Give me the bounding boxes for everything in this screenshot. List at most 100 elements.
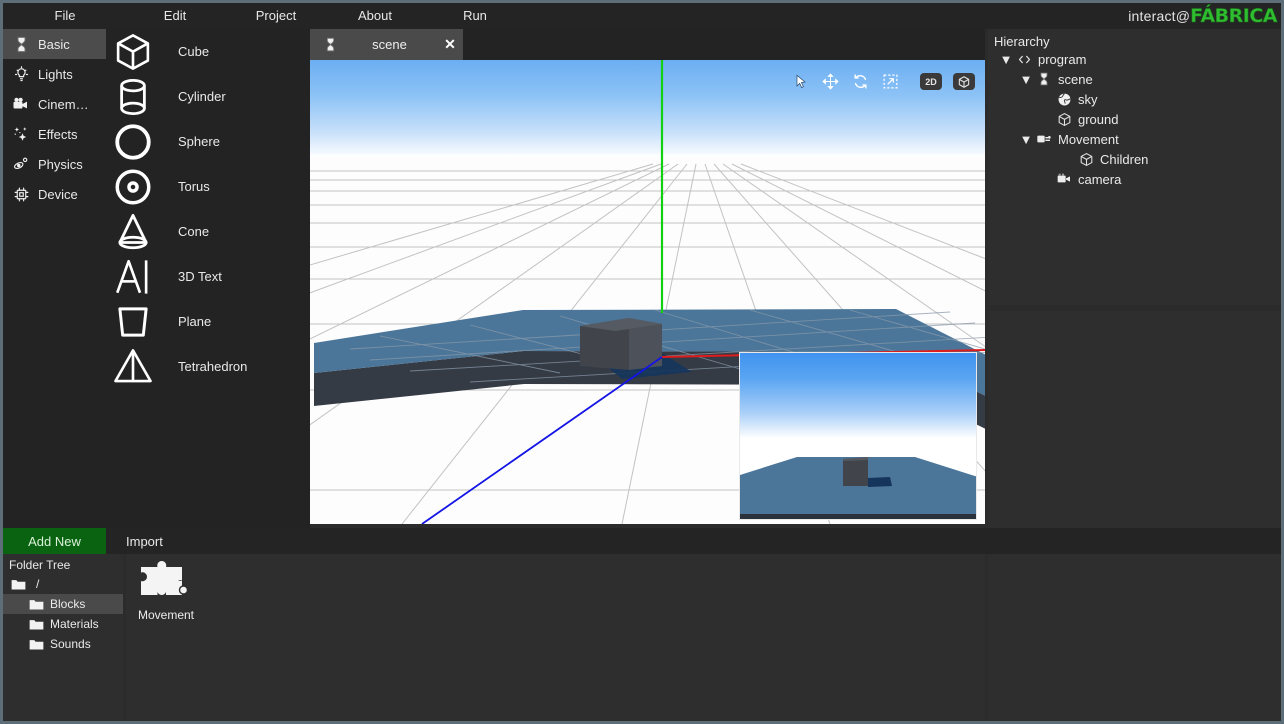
folder-item-materials[interactable]: Materials — [3, 614, 123, 634]
category-rail: Basic Lights Cinem… Effects Physics Devi… — [3, 29, 106, 528]
folder-icon — [27, 598, 45, 611]
shape-item-cube[interactable]: Cube — [106, 29, 310, 74]
shape-item-plane[interactable]: Plane — [106, 299, 310, 344]
torus-icon — [106, 164, 160, 209]
3d-viewport[interactable]: 2D — [310, 60, 985, 524]
cube-icon — [1076, 152, 1096, 167]
category-label: Lights — [38, 66, 73, 82]
shape-item-cylinder[interactable]: Cylinder — [106, 74, 310, 119]
folder-item-blocks[interactable]: Blocks — [3, 594, 123, 614]
category-label: Cinem… — [38, 96, 89, 112]
shape-label: Torus — [178, 179, 210, 194]
close-icon[interactable]: ✕ — [437, 36, 463, 53]
category-item-cinema[interactable]: Cinem… — [3, 89, 106, 119]
add-new-button[interactable]: Add New — [3, 528, 106, 554]
menu-about[interactable]: About — [347, 3, 403, 29]
hierarchy-node-program[interactable]: ▼ program — [988, 49, 1281, 69]
category-label: Device — [38, 186, 78, 202]
hierarchy-node-label: camera — [1078, 171, 1122, 187]
viewport-toolbar: 2D — [791, 72, 975, 91]
shape-item-tetrahedron[interactable]: Tetrahedron — [106, 344, 310, 389]
camera-preview[interactable] — [739, 352, 977, 520]
shape-item-3d-text[interactable]: 3D Text — [106, 254, 310, 299]
cylinder-icon — [106, 74, 160, 119]
cube-icon — [106, 29, 160, 74]
folder-item-sounds[interactable]: Sounds — [3, 634, 123, 654]
chevron-down-icon[interactable]: ▼ — [1018, 72, 1034, 87]
text3d-icon — [106, 254, 160, 299]
menu-edit[interactable]: Edit — [153, 3, 197, 29]
chip-icon — [11, 184, 31, 204]
asset-browser-panel[interactable]: Movement — [126, 554, 985, 721]
lightbulb-icon — [11, 64, 31, 84]
hierarchy-node-label: Movement — [1058, 131, 1119, 147]
chevron-down-icon[interactable]: ▼ — [998, 52, 1014, 67]
brand-name: FÁBRICA — [1190, 5, 1278, 28]
hierarchy-node-camera[interactable]: camera — [988, 169, 1281, 189]
folder-label: / — [36, 577, 40, 591]
category-item-physics[interactable]: Physics — [3, 149, 106, 179]
hierarchy-node-label: program — [1038, 51, 1087, 67]
hierarchy-node-label: Children — [1100, 151, 1149, 167]
sphere-icon — [106, 119, 160, 164]
category-item-basic[interactable]: Basic — [3, 29, 106, 59]
shape-palette: Cube Cylinder Sphere Torus Cone 3D Text … — [106, 29, 310, 528]
camera-icon — [1054, 171, 1074, 187]
menu-file[interactable]: File — [43, 3, 87, 29]
scene-icon — [318, 37, 342, 52]
shape-item-cone[interactable]: Cone — [106, 209, 310, 254]
shape-item-torus[interactable]: Torus — [106, 164, 310, 209]
menu-run[interactable]: Run — [455, 3, 495, 29]
plane-icon — [106, 299, 160, 344]
hierarchy-node-label: scene — [1058, 71, 1093, 87]
shape-label: Cube — [178, 44, 210, 59]
shape-label: Sphere — [178, 134, 220, 149]
category-item-effects[interactable]: Effects — [3, 119, 106, 149]
cone-icon — [106, 209, 160, 254]
cursor-arrow-icon[interactable] — [791, 72, 810, 91]
shape-label: Cylinder — [178, 89, 226, 104]
menu-project[interactable]: Project — [247, 3, 305, 29]
hierarchy-node-label: sky — [1078, 91, 1098, 107]
sparkles-icon — [11, 124, 31, 144]
folder-icon — [27, 638, 45, 651]
folder-tree-panel: Folder Tree / Blocks Materials Sounds — [3, 554, 123, 721]
preview-scene — [740, 457, 976, 519]
code-icon — [1014, 52, 1034, 67]
application-window: File Edit Project About Run interact@ FÁ… — [0, 0, 1284, 724]
cube-icon — [1054, 112, 1074, 127]
import-button[interactable]: Import — [126, 528, 163, 554]
rotate-arrows-icon[interactable] — [851, 72, 870, 91]
scene-tabstrip: scene ✕ — [310, 29, 985, 60]
move-arrows-icon[interactable] — [821, 72, 840, 91]
video-camera-icon — [11, 94, 31, 114]
hierarchy-panel: Hierarchy ▼ program ▼ scene sky ground ▼… — [988, 29, 1281, 305]
folder-label: Materials — [50, 617, 99, 631]
category-item-device[interactable]: Device — [3, 179, 106, 209]
inspector-panel[interactable] — [988, 311, 1281, 721]
scale-corner-icon[interactable] — [881, 72, 900, 91]
hierarchy-node-movement[interactable]: ▼ Movement — [988, 129, 1281, 149]
tetrahedron-icon — [106, 344, 160, 389]
chevron-down-icon[interactable]: ▼ — [1018, 132, 1034, 147]
brand-prefix: interact@ — [1128, 8, 1191, 24]
hierarchy-node-ground[interactable]: ground — [988, 109, 1281, 129]
hierarchy-node-children[interactable]: Children — [988, 149, 1281, 169]
asset-item-movement[interactable]: Movement — [135, 558, 197, 622]
folder-icon — [27, 618, 45, 631]
shape-label: 3D Text — [178, 269, 222, 284]
folder-item-root[interactable]: / — [3, 574, 123, 594]
view-3d-badge[interactable] — [953, 73, 975, 90]
shape-label: Cone — [178, 224, 210, 239]
tab-scene[interactable]: scene ✕ — [310, 29, 463, 60]
shape-item-sphere[interactable]: Sphere — [106, 119, 310, 164]
hierarchy-node-scene[interactable]: ▼ scene — [988, 69, 1281, 89]
category-item-lights[interactable]: Lights — [3, 59, 106, 89]
view-2d-badge[interactable]: 2D — [920, 73, 942, 90]
folder-tree-title: Folder Tree — [9, 558, 71, 572]
hourglass-icon — [11, 34, 31, 54]
scene-icon — [1034, 72, 1054, 86]
hierarchy-node-sky[interactable]: sky — [988, 89, 1281, 109]
hierarchy-title: Hierarchy — [994, 34, 1050, 49]
folder-label: Sounds — [50, 637, 91, 651]
